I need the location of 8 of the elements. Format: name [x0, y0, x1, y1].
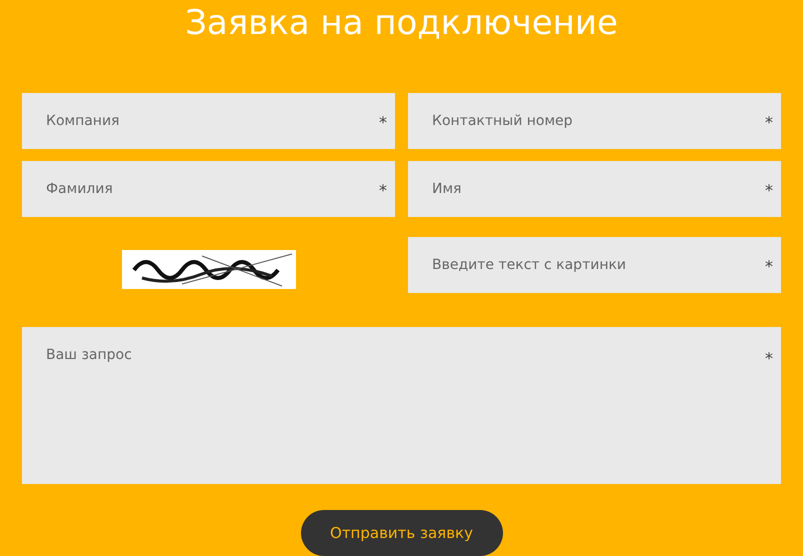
submit-button[interactable]: Отправить заявку — [300, 510, 502, 556]
required-mark: * — [765, 259, 773, 275]
required-mark: * — [765, 115, 773, 131]
page-title: Заявка на подключение — [185, 2, 618, 45]
required-mark: * — [379, 183, 387, 199]
required-mark: * — [765, 183, 773, 199]
required-mark: * — [765, 351, 773, 367]
required-mark: * — [379, 115, 387, 131]
